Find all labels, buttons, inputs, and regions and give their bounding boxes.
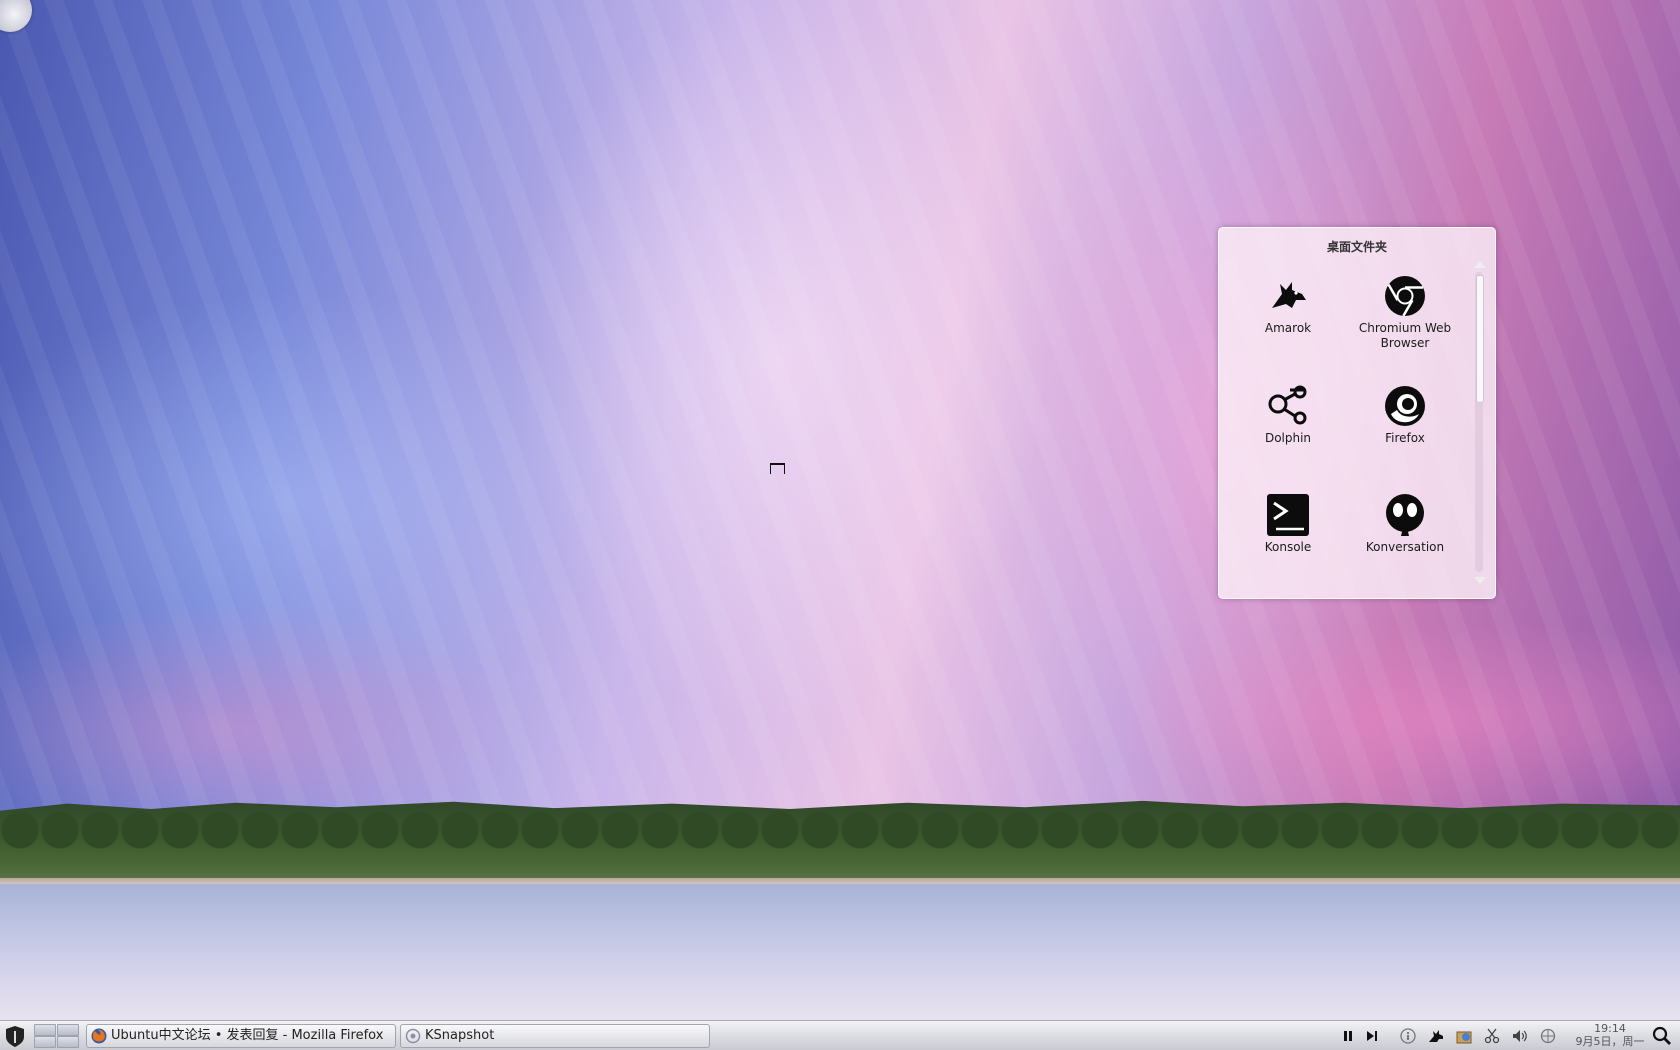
firefox-icon <box>91 1028 107 1044</box>
desktop-icon-firefox[interactable]: Firefox <box>1350 384 1460 446</box>
task-ksnapshot[interactable]: KSnapshot <box>400 1024 710 1048</box>
task-firefox[interactable]: Ubuntu中文论坛 • 发表回复 - Mozilla Firefox <box>86 1024 396 1048</box>
scrollbar-thumb[interactable] <box>1476 275 1484 403</box>
desktop-icon-chromium[interactable]: Chromium Web Browser <box>1350 274 1460 351</box>
kde-launcher-icon[interactable] <box>2 1024 28 1048</box>
scroll-down-arrow[interactable] <box>1474 577 1486 584</box>
chromium-icon <box>1385 276 1425 317</box>
desktop-icon-konversation[interactable]: Konversation <box>1350 493 1460 555</box>
pager-desktop-1[interactable] <box>34 1024 56 1036</box>
folder-view-title: 桌面文件夹 <box>1326 240 1387 254</box>
ksnapshot-icon <box>405 1028 421 1044</box>
desktop[interactable]: 桌面文件夹 Amarok Chromium Web Browser Dolphi… <box>0 0 1680 1050</box>
amarok-wolf-icon[interactable] <box>1428 1028 1444 1044</box>
desktop-icon-amarok[interactable]: Amarok <box>1233 274 1343 336</box>
digital-clock[interactable]: 19:14 9月5日，周一 <box>1572 1022 1648 1048</box>
scroll-up-arrow[interactable] <box>1474 261 1486 268</box>
search-icon[interactable] <box>1652 1026 1672 1046</box>
next-track-icon[interactable] <box>1364 1028 1380 1044</box>
taskbar-panel: Ubuntu中文论坛 • 发表回复 - Mozilla Firefox KSna… <box>0 1020 1680 1050</box>
pager-desktop-2[interactable] <box>57 1024 79 1036</box>
klipper-scissors-icon[interactable] <box>1484 1028 1500 1044</box>
desktop-icon-konsole[interactable]: Konsole <box>1233 493 1343 555</box>
clock-time: 19:14 <box>1594 1022 1626 1035</box>
wallpaper-water <box>0 884 1680 1020</box>
info-icon[interactable] <box>1400 1028 1416 1044</box>
amarok-wolf-icon <box>1272 282 1306 308</box>
desktop-icon-dolphin[interactable]: Dolphin <box>1233 384 1343 446</box>
konversation-icon <box>1386 494 1424 536</box>
mouse-cursor <box>770 463 785 474</box>
dolphin-file-manager-icon <box>1268 385 1307 425</box>
firefox-icon <box>1385 386 1425 426</box>
konsole-terminal-icon <box>1267 494 1309 536</box>
folder-view-widget[interactable]: 桌面文件夹 Amarok Chromium Web Browser Dolphi… <box>1218 227 1496 599</box>
pager-desktop-4[interactable] <box>57 1036 79 1048</box>
clock-date: 9月5日，周一 <box>1575 1035 1645 1048</box>
network-icon[interactable] <box>1540 1028 1556 1044</box>
virtual-desktop-pager[interactable] <box>34 1024 79 1048</box>
wallpaper-treeline <box>0 800 1680 890</box>
volume-icon[interactable] <box>1512 1028 1528 1044</box>
pager-desktop-3[interactable] <box>34 1036 56 1048</box>
play-pause-icon[interactable] <box>1340 1028 1356 1044</box>
package-updates-icon[interactable] <box>1456 1028 1472 1044</box>
